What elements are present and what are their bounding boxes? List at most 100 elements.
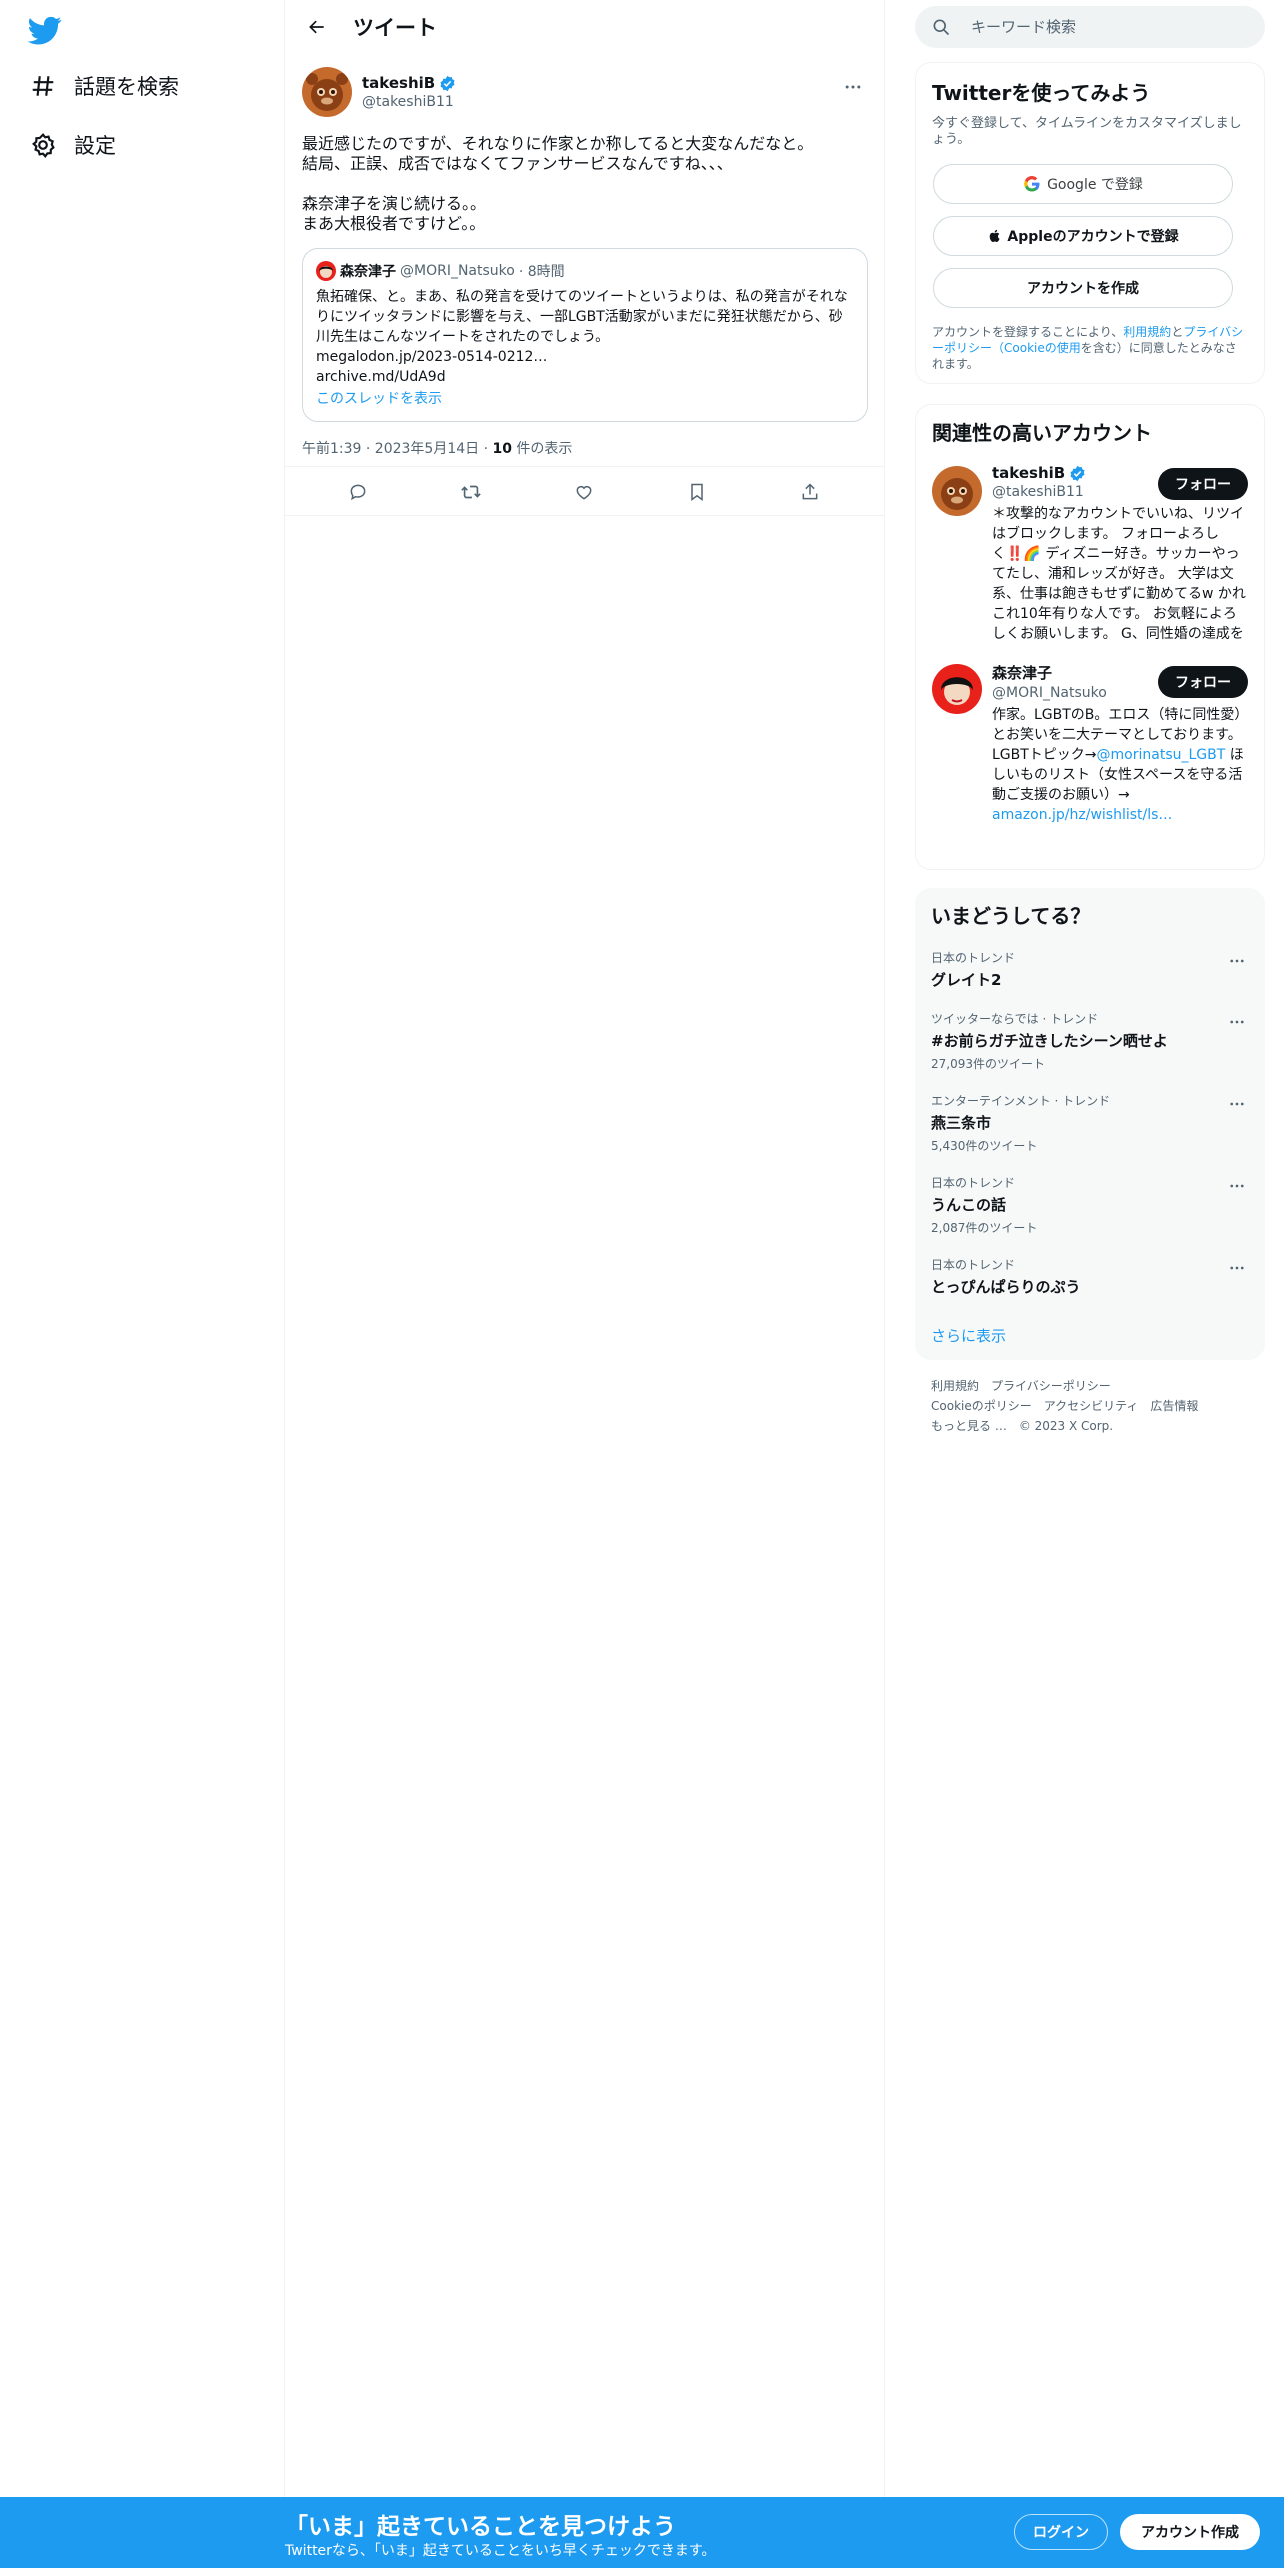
more-options-icon[interactable] <box>1225 1010 1249 1034</box>
share-icon[interactable] <box>795 477 825 507</box>
nav-settings[interactable]: 設定 <box>28 125 116 165</box>
nav-explore-label: 話題を検索 <box>74 75 179 99</box>
search-input[interactable] <box>971 18 1231 36</box>
cookie-link[interactable]: （Cookieの使用 <box>992 341 1081 355</box>
bottom-signup-bar: 「いま」起きていることを見つけよう Twitterなら、「いま」起きていることを… <box>0 2497 1284 2568</box>
tweet-time[interactable]: 午前1:39 · 2023年5月14日 · <box>302 441 493 457</box>
search-icon <box>931 17 951 37</box>
trend-context: 日本のトレンド <box>931 1258 1016 1272</box>
signup-subtitle: 今すぐ登録して、タイムラインをカスタマイズしましょう。 <box>932 116 1242 147</box>
bookmark-icon[interactable] <box>682 477 712 507</box>
author-name[interactable]: takeshiB <box>362 74 456 92</box>
trend-item[interactable]: 日本のトレンド とっぴんぱらりのぷう <box>931 1256 1249 1297</box>
google-signup-label: Google で登録 <box>1047 177 1143 193</box>
trend-name: 燕三条市 <box>931 1114 992 1132</box>
nav-explore[interactable]: 話題を検索 <box>28 66 179 106</box>
show-thread-link[interactable]: このスレッドを表示 <box>316 389 854 409</box>
avatar[interactable] <box>302 67 352 117</box>
more-options-icon[interactable] <box>1225 1174 1249 1198</box>
tweet-actions <box>285 466 885 516</box>
more-options-icon[interactable] <box>1225 949 1249 973</box>
create-account-button[interactable]: アカウントを作成 <box>933 268 1233 308</box>
tweet-text: 最近感じたのですが、それなりに作家とか称してると大変なんだなと。 結局、正誤、成… <box>302 134 814 233</box>
trend-context: 日本のトレンド <box>931 951 1016 965</box>
hashtag-icon <box>28 71 58 101</box>
apple-signup-label: Appleのアカウントで登録 <box>1007 229 1179 245</box>
relevant-accounts-card: 関連性の高いアカウント takeshiB @takeshiB11 ＊攻撃的なアカ… <box>915 404 1265 870</box>
relevant-person[interactable]: 森奈津子 @MORI_Natsuko 作家。LGBTのB。エロス（特に同性愛）と… <box>932 662 1248 825</box>
author-handle[interactable]: @takeshiB11 <box>362 94 456 110</box>
avatar[interactable] <box>932 664 982 714</box>
trend-count: 2,087件のツイート <box>931 1221 1038 1235</box>
trend-count: 27,093件のツイート <box>931 1057 1045 1071</box>
trend-context: ツイッターならでは · トレンド <box>931 1012 1099 1026</box>
terms-link[interactable]: 利用規約 <box>1123 325 1171 339</box>
retweet-icon[interactable] <box>456 477 486 507</box>
person-bio: 作家。LGBTのB。エロス（特に同性愛）とお笑いを二大テーマとしております。LG… <box>992 705 1248 825</box>
bio-link-lgbt[interactable]: @morinatsu_LGBT <box>1097 747 1226 763</box>
footer-cookie-link[interactable]: Cookieのポリシー <box>931 1399 1032 1413</box>
footer-ads-link[interactable]: 広告情報 <box>1150 1399 1198 1413</box>
verified-badge-icon <box>439 75 456 92</box>
google-icon <box>1023 175 1041 193</box>
more-options-icon[interactable] <box>1225 1256 1249 1280</box>
signup-terms: アカウントを登録することにより、利用規約とプライバシーポリシー（Cookieの使… <box>932 324 1248 372</box>
page-title: ツイート <box>353 16 437 40</box>
author-name-text: takeshiB <box>362 74 436 92</box>
twitter-logo-icon[interactable] <box>27 12 62 46</box>
header: ツイート <box>285 0 885 54</box>
trend-count: 5,430件のツイート <box>931 1139 1038 1153</box>
google-signup-button[interactable]: Google で登録 <box>933 164 1233 204</box>
trend-item[interactable]: 日本のトレンド うんこの話 2,087件のツイート <box>931 1174 1249 1236</box>
trend-item[interactable]: エンターテインメント · トレンド 燕三条市 5,430件のツイート <box>931 1092 1249 1154</box>
show-more-link[interactable]: さらに表示 <box>931 1325 1249 1346</box>
bottom-bar-title: 「いま」起きていることを見つけよう <box>285 2514 676 2540</box>
quote-time: · 8時間 <box>518 264 565 280</box>
apple-icon <box>987 228 1003 244</box>
nav-settings-label: 設定 <box>74 134 116 158</box>
relevant-title: 関連性の高いアカウント <box>932 421 1152 445</box>
footer-terms-link[interactable]: 利用規約 <box>931 1379 979 1393</box>
trend-item[interactable]: 日本のトレンド グレイト2 <box>931 949 1249 990</box>
tweet-meta: 午前1:39 · 2023年5月14日 · 10 件の表示 <box>302 438 868 458</box>
quote-link-archive[interactable]: archive.md/UdA9d <box>316 367 854 387</box>
more-options-icon[interactable] <box>838 72 868 102</box>
bottom-bar-subtitle: Twitterなら、「いま」起きていることをいち早くチェックできます。 <box>285 2543 716 2559</box>
person-name-text: takeshiB <box>992 464 1066 482</box>
follow-button[interactable]: フォロー <box>1158 666 1248 698</box>
trend-context: 日本のトレンド <box>931 1176 1016 1190</box>
login-button[interactable]: ログイン <box>1014 2514 1108 2550</box>
bottom-create-account-button[interactable]: アカウント作成 <box>1120 2514 1260 2550</box>
quote-author-handle: @MORI_Natsuko <box>400 263 515 279</box>
terms-text-mid: と <box>1171 325 1184 339</box>
quote-link-megalodon[interactable]: megalodon.jp/2023-0514-0212… <box>316 347 854 367</box>
quote-author-name: 森奈津子 <box>340 264 396 280</box>
footer: 利用規約 プライバシーポリシー Cookieのポリシー アクセシビリティ 広告情報 も… <box>931 1376 1251 1436</box>
main-column: ツイート takeshiB @takeshiB11 最近感じたのですが、それなり… <box>285 0 885 2498</box>
apple-signup-button[interactable]: Appleのアカウントで登録 <box>933 216 1233 256</box>
trends-card: いまどうしてる？ 日本のトレンド グレイト2 ツイッターならでは · トレンド … <box>915 888 1265 1360</box>
follow-button[interactable]: フォロー <box>1158 468 1248 500</box>
trend-name: うんこの話 <box>931 1196 1007 1214</box>
footer-privacy-link[interactable]: プライバシーポリシー <box>991 1379 1111 1393</box>
like-icon[interactable] <box>569 477 599 507</box>
trend-item[interactable]: ツイッターならでは · トレンド #お前らガチ泣きしたシーン晒せよ 27,093… <box>931 1010 1249 1072</box>
quote-tweet[interactable]: 森奈津子 @MORI_Natsuko · 8時間 魚拓確保、と。まあ、私の発言を… <box>302 248 868 422</box>
views-label: 件の表示 <box>511 441 573 457</box>
bio-link-wishlist[interactable]: amazon.jp/hz/wishlist/ls… <box>992 807 1172 823</box>
reply-icon[interactable] <box>343 477 373 507</box>
search-box[interactable] <box>915 6 1265 48</box>
footer-more-link[interactable]: もっと見る … <box>931 1419 1007 1433</box>
quote-avatar <box>316 261 336 281</box>
more-options-icon[interactable] <box>1225 1092 1249 1116</box>
trend-name: とっぴんぱらりのぷう <box>931 1278 1081 1296</box>
trends-title: いまどうしてる？ <box>931 904 1091 928</box>
footer-accessibility-link[interactable]: アクセシビリティ <box>1044 1399 1139 1413</box>
gear-icon <box>28 130 58 160</box>
trend-name: グレイト2 <box>931 971 1002 989</box>
avatar[interactable] <box>932 466 982 516</box>
left-nav: 話題を検索 設定 <box>0 0 285 2498</box>
back-arrow-icon[interactable] <box>297 7 337 47</box>
tweet-author: takeshiB @takeshiB11 <box>302 62 868 122</box>
relevant-person[interactable]: takeshiB @takeshiB11 ＊攻撃的なアカウントでいいね、リツイは… <box>932 464 1248 644</box>
